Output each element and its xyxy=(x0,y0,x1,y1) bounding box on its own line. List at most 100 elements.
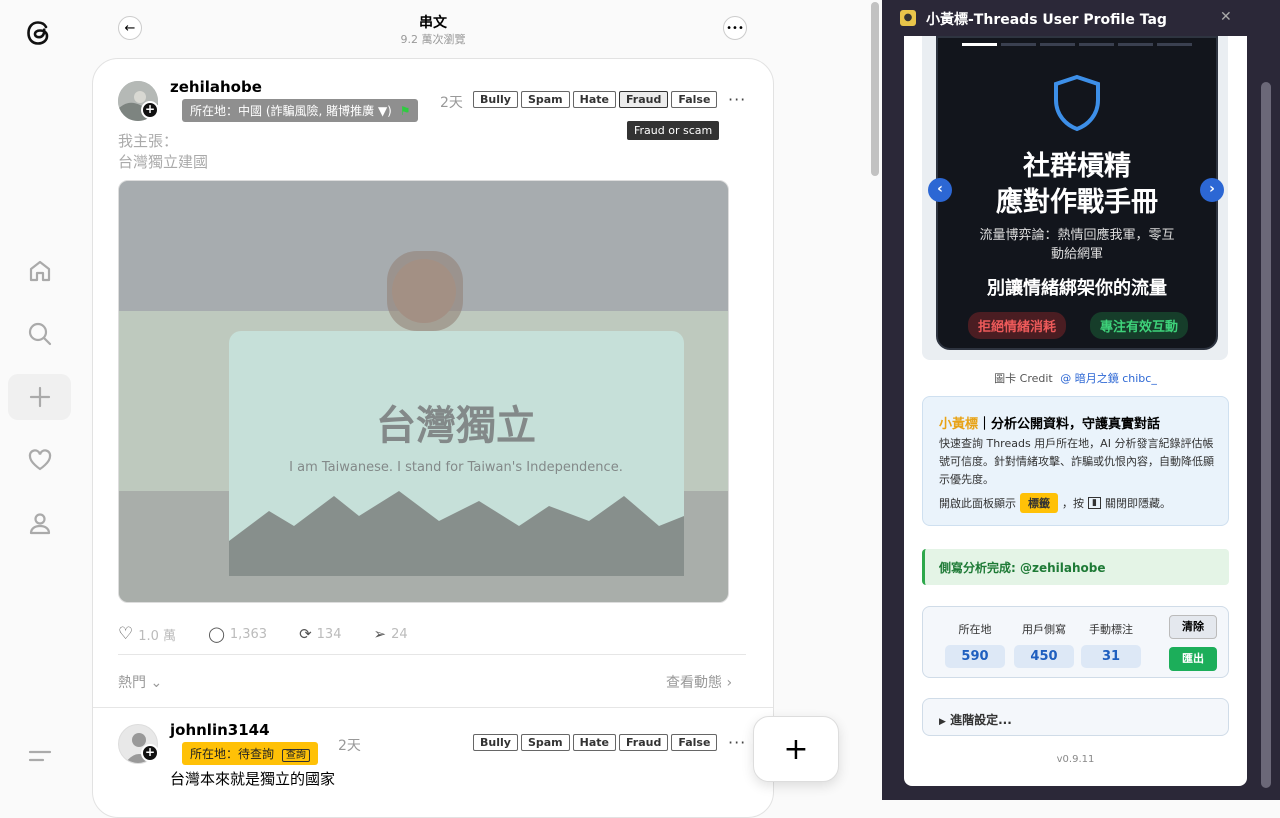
location-tag[interactable]: 所在地：中國 (詐騙風險, 賭博推廣 ▼) ⚑ xyxy=(182,99,419,122)
unpin-icon[interactable]: ✕ xyxy=(1220,9,1232,25)
version: v0.9.11 xyxy=(1056,754,1095,765)
slide-prev-button[interactable]: ‹ xyxy=(928,178,952,202)
chevron-left-icon: ‹ xyxy=(937,181,943,197)
home-icon[interactable] xyxy=(8,248,71,294)
stat-label: 用戶側寫 xyxy=(1022,623,1066,636)
divider xyxy=(118,654,746,655)
hint-tag: 標籤 xyxy=(1020,493,1058,513)
view-activity-label: 查看動態 xyxy=(666,675,722,691)
view-activity-link[interactable]: 查看動態 › xyxy=(666,672,732,692)
info-card: 小黃標｜分析公開資料，守護真實對話 快速查詢 Threads 用戶所在地，AI … xyxy=(922,396,1229,526)
slide-sub-2: 動給網軍 xyxy=(1050,247,1103,262)
send-icon: ➢ xyxy=(373,625,387,643)
tag-fraud[interactable]: Fraud xyxy=(618,91,669,108)
panel-body: 社群槓精 應對作戰手冊 流量博弈論：熱情回應我軍，零互 動給網軍 別讓情緒綁架你… xyxy=(904,36,1247,786)
heart-outline-icon: ♡ xyxy=(118,624,134,644)
stat-label: 所在地 xyxy=(958,623,992,636)
info-title-text: ｜分析公開資料，守護真實對話 xyxy=(978,417,1161,432)
create-icon[interactable] xyxy=(8,374,71,420)
hint-pre: 開啟此面板顯示 xyxy=(939,497,1016,510)
tag-hate[interactable]: Hate xyxy=(572,734,616,751)
stat-location: 所在地 590 xyxy=(945,621,1005,668)
more-options-button[interactable]: ••• xyxy=(723,16,747,40)
sort-dropdown[interactable]: 熱門 ⌄ xyxy=(118,672,162,692)
post-photo[interactable]: 台灣獨立 I am Taiwanese. I stand for Taiwan'… xyxy=(118,180,729,603)
info-desc: 快速查詢 Threads 用戶所在地，AI 分析發言紀錄評估帳號可信度。針對情緒… xyxy=(939,437,1214,486)
menu-icon[interactable] xyxy=(8,733,71,779)
slide-image[interactable]: 社群槓精 應對作戰手冊 流量博弈論：熱情回應我軍，零互 動給網軍 別讓情緒綁架你… xyxy=(936,36,1218,350)
more-icon: ••• xyxy=(726,22,744,34)
tag-bully[interactable]: Bully xyxy=(473,91,518,108)
stats-card: 所在地 590 用戶側寫 450 手動標注 31 清除 匯出 xyxy=(922,606,1229,678)
repost-count: 134 xyxy=(316,626,342,642)
tag-bully[interactable]: Bully xyxy=(473,734,518,751)
slide-sub-1: 流量博弈論：熱情回應我軍，零互 xyxy=(979,228,1175,243)
divider xyxy=(93,707,773,708)
clear-button[interactable]: 清除 xyxy=(1169,615,1217,639)
analysis-done-banner: 側寫分析完成: @zehilahobe xyxy=(922,549,1229,585)
report-tags: Bully Spam Hate Fraud False xyxy=(473,734,718,751)
tag-spam[interactable]: Spam xyxy=(520,734,570,751)
slide-pill-green: 專注有效互動 xyxy=(1090,312,1189,339)
location-text: 所在地：中國 (詐騙風險, 賭博推廣 ▼) xyxy=(190,104,392,118)
stat-label: 手動標注 xyxy=(1089,623,1133,636)
comment-count: 1,363 xyxy=(229,626,268,642)
sidebar-toggle-icon: ▮ xyxy=(1088,497,1101,509)
new-post-button[interactable]: + xyxy=(753,716,839,782)
page-scrollbar[interactable] xyxy=(868,0,882,800)
green-flag-icon: ⚑ xyxy=(399,104,411,118)
triangle-right-icon: ▶ xyxy=(939,717,946,727)
slide-next-button[interactable]: › xyxy=(1200,178,1224,202)
stat-value: 31 xyxy=(1081,645,1141,668)
stat-value: 450 xyxy=(1014,645,1074,668)
follow-plus-icon[interactable]: + xyxy=(141,101,159,119)
fraud-tooltip: Fraud or scam xyxy=(627,121,720,140)
query-button[interactable]: 查詢 xyxy=(281,749,310,762)
advanced-settings[interactable]: ▶ 進階設定... xyxy=(922,698,1229,736)
comment-button[interactable]: ◯ 1,363 xyxy=(208,624,267,644)
page-title: 串文 xyxy=(419,15,447,31)
brand-name: 小黃標 xyxy=(939,417,979,432)
slide-title-2: 應對作戰手冊 xyxy=(996,187,1158,218)
info-title: 小黃標｜分析公開資料，守護真實對話 xyxy=(939,413,1160,432)
extension-panel: ● 小黃標-Threads User Profile Tag ✕ ✕ 社群槓精 … xyxy=(882,0,1280,800)
post-text-line2: 台灣獨立建國 xyxy=(118,153,209,171)
heart-icon[interactable] xyxy=(8,437,71,483)
repost-button[interactable]: ⟳ 134 xyxy=(299,624,341,644)
panel-title: 小黃標-Threads User Profile Tag xyxy=(926,12,1167,28)
left-nav xyxy=(0,0,80,800)
hint-post: ，按 xyxy=(1062,497,1084,510)
search-icon[interactable] xyxy=(8,311,71,357)
tag-fraud[interactable]: Fraud xyxy=(618,734,669,751)
view-count: 9.2 萬次瀏覽 xyxy=(400,33,466,46)
post-actions: ♡ 1.0 萬 ◯ 1,363 ⟳ 134 ➢ 24 xyxy=(118,624,408,644)
profile-icon[interactable] xyxy=(8,500,71,546)
credit-link[interactable]: @ 暗月之鏡 chibc_ xyxy=(1060,372,1157,385)
post-more-icon[interactable]: ··· xyxy=(728,733,746,752)
location-tag[interactable]: 所在地：待查詢 查詢 xyxy=(182,742,318,765)
slide-headline: 別讓情緒綁架你的流量 xyxy=(987,278,1167,299)
tag-false[interactable]: False xyxy=(671,91,718,108)
tag-false[interactable]: False xyxy=(671,734,718,751)
comment-icon: ◯ xyxy=(208,625,225,643)
post-text: 台灣本來就是獨立的國家 xyxy=(170,770,336,788)
post-username[interactable]: zehilahobe xyxy=(170,78,262,96)
advanced-label: ▶ 進階設定... xyxy=(939,711,1012,728)
follow-plus-icon[interactable]: + xyxy=(141,744,159,762)
panel-scrollbar[interactable] xyxy=(1247,0,1280,800)
chevron-right-icon: › xyxy=(1209,181,1215,197)
share-button[interactable]: ➢ 24 xyxy=(373,624,407,644)
post-more-icon[interactable]: ··· xyxy=(728,90,746,109)
report-tags: Bully Spam Hate Fraud False xyxy=(473,91,718,108)
info-hint: 開啟此面板顯示 標籤 ，按 ▮ 關閉即隱藏。 xyxy=(939,493,1171,513)
export-button[interactable]: 匯出 xyxy=(1169,647,1217,671)
threads-logo-icon[interactable] xyxy=(22,16,56,54)
post-username[interactable]: johnlin3144 xyxy=(170,721,270,739)
sort-label: 熱門 xyxy=(118,675,146,691)
panel-header: ● 小黃標-Threads User Profile Tag ✕ ✕ xyxy=(882,0,1280,36)
tag-spam[interactable]: Spam xyxy=(520,91,570,108)
tag-hate[interactable]: Hate xyxy=(572,91,616,108)
like-button[interactable]: ♡ 1.0 萬 xyxy=(118,624,176,644)
post-time: 2天 xyxy=(440,95,463,111)
slide-title-1: 社群槓精 xyxy=(1023,151,1131,182)
